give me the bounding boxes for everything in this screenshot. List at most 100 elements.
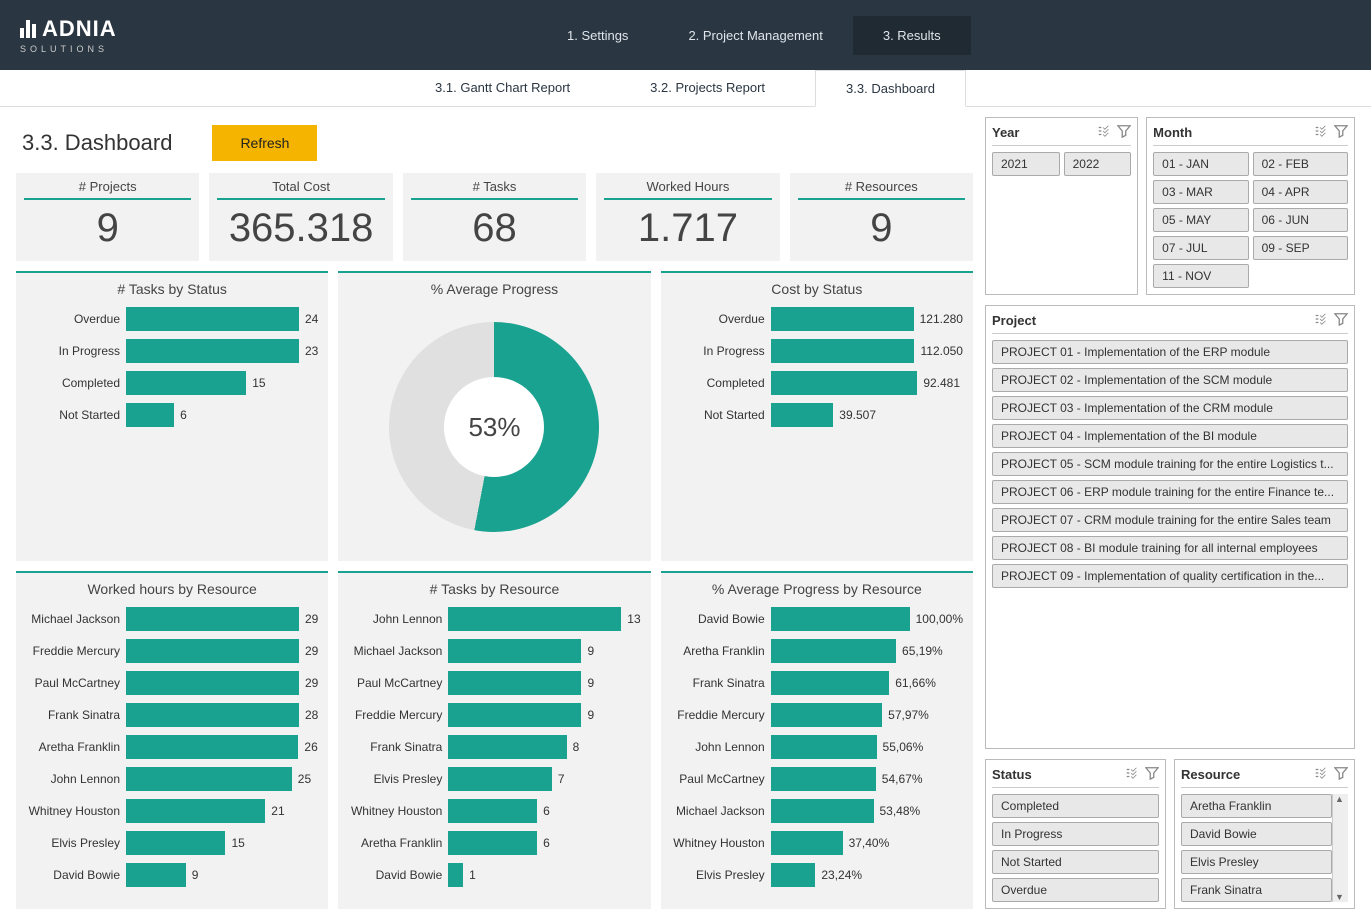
kpi-tasks-value: 68 xyxy=(403,206,586,251)
bar-label: Paul McCartney xyxy=(26,676,126,690)
slicer-item[interactable]: 07 - JUL xyxy=(1153,236,1248,260)
slicer-item[interactable]: 06 - JUN xyxy=(1253,208,1348,232)
bar xyxy=(126,767,292,791)
bar-value: 29 xyxy=(305,612,318,626)
filter-icon[interactable] xyxy=(1334,312,1348,329)
slicer-item[interactable]: Aretha Franklin xyxy=(1181,794,1332,818)
nav-settings[interactable]: 1. Settings xyxy=(537,16,658,55)
bar-label: Not Started xyxy=(26,408,126,422)
bar-row: David Bowie100,00% xyxy=(671,607,963,631)
slicer-item[interactable]: Not Started xyxy=(992,850,1159,874)
bar-row: Elvis Presley23,24% xyxy=(671,863,963,887)
bar-row: Whitney Houston6 xyxy=(348,799,640,823)
slicer-item[interactable]: David Bowie xyxy=(1181,822,1332,846)
multiselect-icon[interactable] xyxy=(1097,124,1111,141)
subnav-gantt[interactable]: 3.1. Gantt Chart Report xyxy=(405,70,600,106)
slicer-item[interactable]: PROJECT 08 - BI module training for all … xyxy=(992,536,1348,560)
refresh-button[interactable]: Refresh xyxy=(212,125,317,161)
subnav-dashboard[interactable]: 3.3. Dashboard xyxy=(815,70,966,107)
slicer-item[interactable]: 05 - MAY xyxy=(1153,208,1248,232)
slicer-item[interactable]: Frank Sinatra xyxy=(1181,878,1332,902)
subnav-projects[interactable]: 3.2. Projects Report xyxy=(620,70,795,106)
multiselect-icon[interactable] xyxy=(1314,766,1328,783)
bar-value: 23,24% xyxy=(821,868,862,882)
bar-value: 65,19% xyxy=(902,644,943,658)
bar-label: Completed xyxy=(26,376,126,390)
slicer-item[interactable]: PROJECT 06 - ERP module training for the… xyxy=(992,480,1348,504)
bar xyxy=(771,307,914,331)
multiselect-icon[interactable] xyxy=(1314,312,1328,329)
kpi-row: # Projects9 Total Cost365.318 # Tasks68 … xyxy=(16,173,973,261)
slicer-item[interactable]: Completed xyxy=(992,794,1159,818)
kpi-tasks: # Tasks68 xyxy=(403,173,586,261)
filter-icon[interactable] xyxy=(1145,766,1159,783)
filter-icon[interactable] xyxy=(1117,124,1131,141)
bar xyxy=(126,371,246,395)
filter-icon[interactable] xyxy=(1334,124,1348,141)
slicer-item[interactable]: 03 - MAR xyxy=(1153,180,1248,204)
bar xyxy=(771,607,910,631)
chart-cost-by-status: Cost by StatusOverdue121.280In Progress1… xyxy=(661,271,973,561)
kpi-projects: # Projects 9 xyxy=(16,173,199,261)
slicer-item[interactable]: 02 - FEB xyxy=(1253,152,1348,176)
bar-label: Aretha Franklin xyxy=(671,644,771,658)
bar-label: Freddie Mercury xyxy=(348,708,448,722)
filter-icon[interactable] xyxy=(1334,766,1348,783)
slicer-resource: ResourceAretha FranklinDavid BowieElvis … xyxy=(1174,759,1355,909)
bar-row: Overdue121.280 xyxy=(671,307,963,331)
slicer-item[interactable]: Elvis Presley xyxy=(1181,850,1332,874)
donut-center-label: 53% xyxy=(444,377,544,477)
bar-value: 53,48% xyxy=(880,804,921,818)
bar xyxy=(771,339,915,363)
bar-row: Paul McCartney29 xyxy=(26,671,318,695)
main-nav: 1. Settings 2. Project Management 3. Res… xyxy=(137,16,1371,55)
chart-title: # Tasks by Status xyxy=(26,281,318,297)
slicer-item[interactable]: PROJECT 02 - Implementation of the SCM m… xyxy=(992,368,1348,392)
bar-value: 61,66% xyxy=(895,676,936,690)
slicer-item[interactable]: PROJECT 03 - Implementation of the CRM m… xyxy=(992,396,1348,420)
slicer-item[interactable]: 2021 xyxy=(992,152,1060,176)
slicer-item[interactable]: PROJECT 09 - Implementation of quality c… xyxy=(992,564,1348,588)
slicer-item[interactable]: Overdue xyxy=(992,878,1159,902)
bar xyxy=(771,767,876,791)
bar-label: In Progress xyxy=(26,344,126,358)
slicer-item[interactable]: PROJECT 04 - Implementation of the BI mo… xyxy=(992,424,1348,448)
donut-ring: 53% xyxy=(389,322,599,532)
chart-avg-progress: % Average Progress 53% xyxy=(338,271,650,561)
slicer-item[interactable]: 09 - SEP xyxy=(1253,236,1348,260)
nav-project-management[interactable]: 2. Project Management xyxy=(658,16,852,55)
kpi-projects-label: # Projects xyxy=(24,179,191,200)
bar-label: John Lennon xyxy=(348,612,448,626)
slicer-item[interactable]: 2022 xyxy=(1064,152,1132,176)
slicer-item[interactable]: 04 - APR xyxy=(1253,180,1348,204)
bar-value: 15 xyxy=(252,376,265,390)
bar-row: Freddie Mercury9 xyxy=(348,703,640,727)
bar-row: John Lennon25 xyxy=(26,767,318,791)
nav-results[interactable]: 3. Results xyxy=(853,16,971,55)
bar-row: In Progress112.050 xyxy=(671,339,963,363)
slicer-item[interactable]: In Progress xyxy=(992,822,1159,846)
slicer-item[interactable]: PROJECT 07 - CRM module training for the… xyxy=(992,508,1348,532)
kpi-resources-value: 9 xyxy=(790,206,973,251)
bar-label: Frank Sinatra xyxy=(671,676,771,690)
slicer-item[interactable]: PROJECT 01 - Implementation of the ERP m… xyxy=(992,340,1348,364)
bar-row: Paul McCartney54,67% xyxy=(671,767,963,791)
bar-label: David Bowie xyxy=(671,612,771,626)
bar xyxy=(448,831,537,855)
logo-subtext: SOLUTIONS xyxy=(20,44,117,54)
bar-label: Overdue xyxy=(26,312,126,326)
slicer-item[interactable]: PROJECT 05 - SCM module training for the… xyxy=(992,452,1348,476)
chart-title: # Tasks by Resource xyxy=(348,581,640,597)
scrollbar[interactable] xyxy=(1332,794,1348,902)
multiselect-icon[interactable] xyxy=(1125,766,1139,783)
bar-label: John Lennon xyxy=(671,740,771,754)
kpi-projects-value: 9 xyxy=(16,206,199,251)
bar xyxy=(448,735,566,759)
slicer-item[interactable]: 01 - JAN xyxy=(1153,152,1248,176)
multiselect-icon[interactable] xyxy=(1314,124,1328,141)
bar-label: Frank Sinatra xyxy=(26,708,126,722)
bar xyxy=(771,371,918,395)
slicer-item[interactable]: 11 - NOV xyxy=(1153,264,1248,288)
bar xyxy=(448,863,463,887)
bar xyxy=(448,671,581,695)
